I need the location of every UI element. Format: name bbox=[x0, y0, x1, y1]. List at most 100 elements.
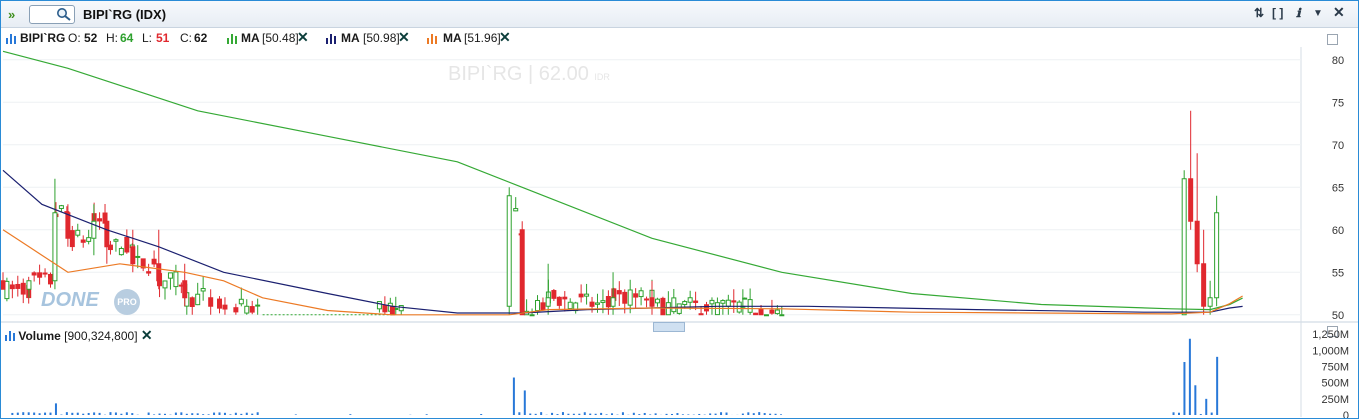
candle-down bbox=[217, 298, 223, 309]
price-tick-label: 70 bbox=[1332, 140, 1344, 152]
volume-bar bbox=[632, 412, 635, 415]
candle-down bbox=[156, 263, 162, 282]
candle-up bbox=[709, 299, 715, 305]
candle-up bbox=[506, 195, 512, 307]
candle-down bbox=[753, 312, 759, 316]
panel-resize-handle[interactable] bbox=[653, 322, 685, 332]
candle-up bbox=[600, 300, 606, 303]
candle-down bbox=[249, 306, 255, 313]
candle-up bbox=[567, 301, 573, 310]
candle-up bbox=[545, 297, 551, 307]
candle-up bbox=[75, 229, 81, 236]
volume-bar bbox=[76, 412, 79, 415]
volume-bar bbox=[670, 413, 673, 415]
price-volume-chart[interactable]: 50 55 60 65 70 75 80 0 250M 500M 750M 1,000M 1,250M bbox=[1, 1, 1358, 418]
volume-bar bbox=[649, 414, 652, 415]
volume-tick-label: 500M bbox=[1321, 378, 1349, 390]
volume-bar bbox=[681, 414, 684, 415]
remove-volume-icon[interactable]: ✕ bbox=[141, 327, 153, 343]
volume-bar bbox=[725, 412, 728, 415]
candle-down bbox=[1194, 220, 1200, 265]
candle-down bbox=[104, 220, 110, 248]
volume-bar bbox=[572, 413, 575, 415]
volume-bar bbox=[229, 414, 232, 415]
volume-bar bbox=[202, 414, 205, 415]
candle-down bbox=[1, 280, 6, 290]
volume-legend: Volume [900,324,800] ✕ bbox=[5, 327, 153, 344]
candle-down bbox=[589, 301, 595, 307]
candle-up bbox=[584, 293, 590, 297]
candle-down bbox=[556, 296, 562, 306]
candle-down bbox=[42, 272, 48, 275]
volume-bar bbox=[518, 412, 521, 415]
volume-tick-label: 1,250M bbox=[1312, 329, 1349, 341]
candle-down bbox=[644, 298, 650, 301]
volume-bar bbox=[1177, 412, 1180, 415]
candle-up bbox=[58, 205, 64, 209]
candle-up bbox=[135, 255, 141, 258]
volume-bar bbox=[22, 412, 25, 415]
candle-up bbox=[162, 280, 168, 289]
volume-bar bbox=[196, 413, 199, 415]
volume-bar bbox=[774, 413, 777, 415]
price-tick-label: 65 bbox=[1332, 182, 1344, 194]
chart-window: » BIPI`RG (IDX) ⇅ [ ] ℹ ▼ ✕ BIPI`RG O: 5… bbox=[0, 0, 1359, 419]
volume-bar bbox=[714, 413, 717, 415]
candle-up bbox=[52, 212, 58, 282]
volume-bar bbox=[621, 412, 624, 415]
volume-bar bbox=[698, 413, 701, 415]
volume-value: [900,324,800] bbox=[64, 329, 138, 343]
candle-up bbox=[687, 297, 693, 303]
candle-up bbox=[627, 289, 633, 306]
candle-up bbox=[1181, 178, 1187, 316]
volume-bar bbox=[611, 413, 614, 415]
candle-down bbox=[660, 297, 666, 316]
volume-bar bbox=[71, 412, 74, 415]
volume-bar bbox=[163, 413, 166, 415]
candle-up bbox=[725, 299, 731, 307]
volume-bar bbox=[551, 412, 554, 415]
volume-bar bbox=[561, 412, 564, 415]
candle-up bbox=[200, 288, 206, 292]
volume-bar bbox=[180, 412, 183, 415]
volume-bar bbox=[1172, 412, 1175, 415]
volume-bar bbox=[38, 413, 41, 415]
ma-navy-line bbox=[2, 169, 1243, 314]
volume-bar bbox=[638, 414, 641, 415]
price-tick-label: 50 bbox=[1332, 310, 1344, 322]
volume-bar bbox=[234, 412, 237, 415]
volume-tick-label: 250M bbox=[1321, 394, 1349, 406]
candle-up bbox=[779, 314, 785, 317]
candle-up bbox=[513, 208, 519, 212]
candle-up bbox=[86, 237, 92, 242]
volume-bar bbox=[529, 413, 532, 415]
volume-bar bbox=[534, 413, 537, 415]
candle-up bbox=[1214, 212, 1220, 299]
candle-down bbox=[9, 284, 15, 290]
volume-bar bbox=[605, 414, 608, 415]
candle-down bbox=[605, 296, 611, 308]
candle-up bbox=[398, 305, 404, 312]
volume-bar bbox=[245, 412, 248, 415]
volume-bar bbox=[600, 412, 603, 415]
volume-bar bbox=[769, 413, 772, 415]
volume-bar bbox=[147, 412, 150, 415]
volume-bar bbox=[33, 412, 36, 415]
candle-down bbox=[222, 304, 228, 310]
candle-down bbox=[758, 308, 764, 316]
volume-bar bbox=[131, 413, 134, 415]
volume-bar bbox=[98, 412, 101, 415]
volume-bar bbox=[44, 412, 47, 415]
volume-bar bbox=[643, 412, 646, 415]
volume-bar bbox=[158, 413, 161, 415]
volume-bar bbox=[540, 412, 543, 415]
volume-tick-label: 0 bbox=[1343, 410, 1349, 418]
candle-up bbox=[1207, 297, 1213, 307]
candle-up bbox=[255, 304, 261, 307]
candle-down bbox=[562, 296, 568, 300]
candle-down bbox=[540, 302, 546, 311]
volume-bar bbox=[676, 413, 679, 415]
volume-bar bbox=[223, 412, 226, 415]
volume-bar bbox=[125, 412, 128, 415]
price-tick-label: 75 bbox=[1332, 97, 1344, 109]
